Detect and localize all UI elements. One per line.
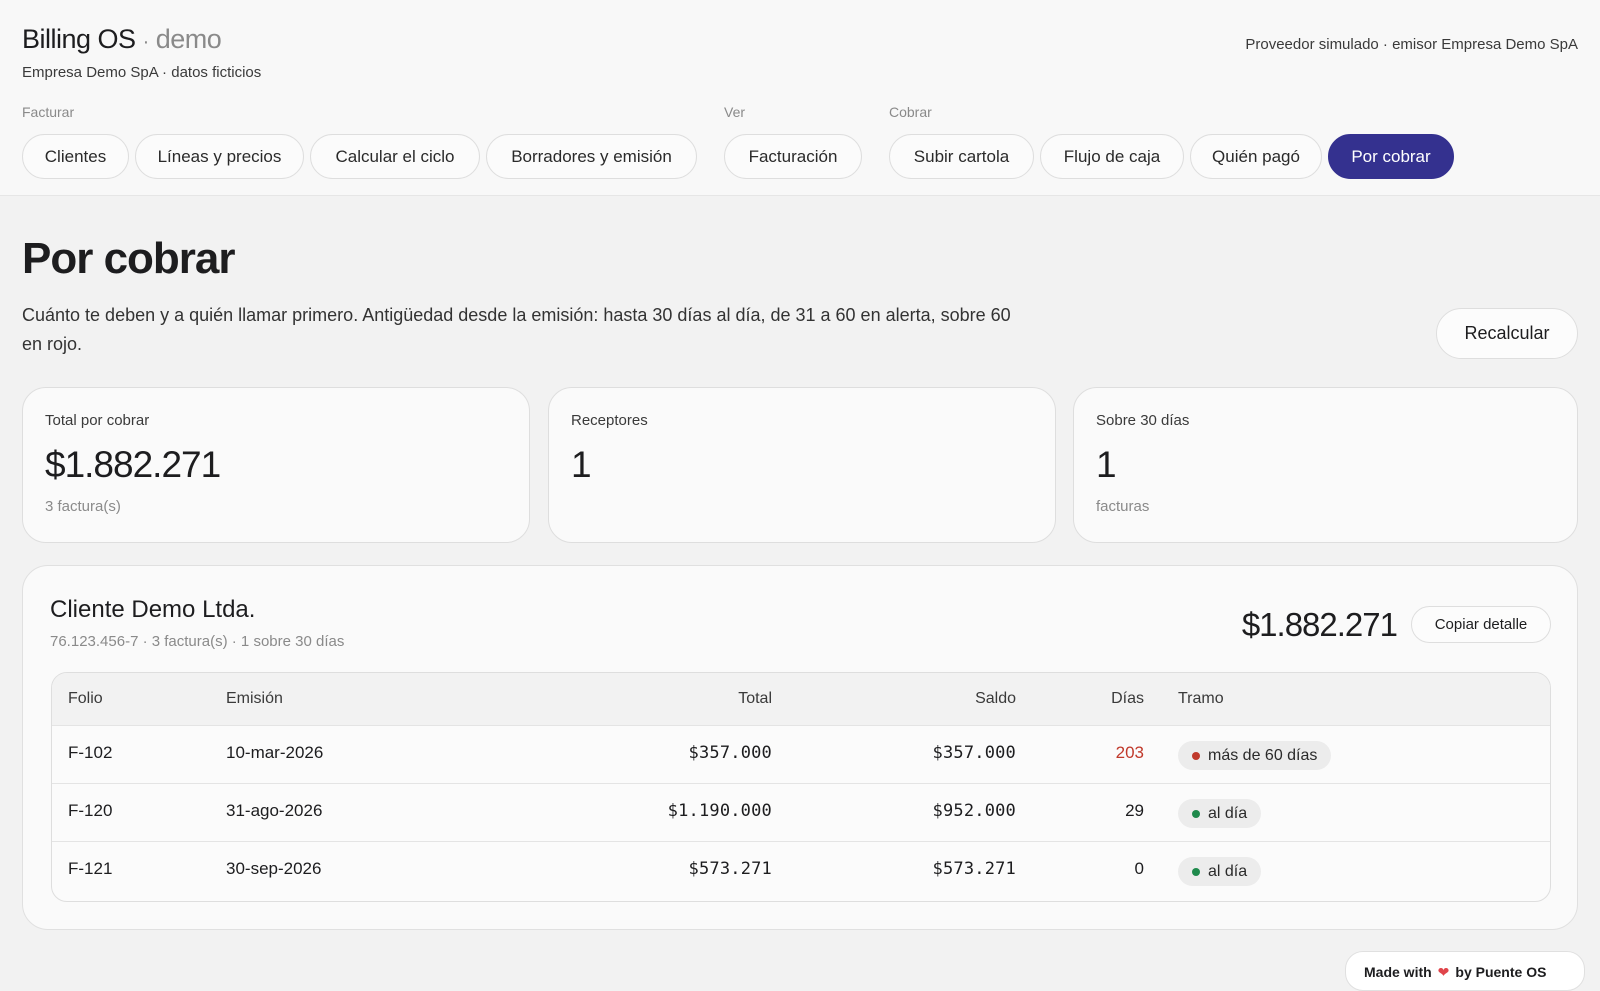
tab-subir-cartola[interactable]: Subir cartola xyxy=(889,134,1034,179)
cell-saldo: $357.000 xyxy=(932,743,1016,763)
stat-value: 1 xyxy=(571,444,592,485)
cell-total: $1.190.000 xyxy=(667,801,772,821)
cell-total: $573.271 xyxy=(688,859,772,879)
nav-tabs: Clientes Líneas y precios Calcular el ci… xyxy=(0,134,1600,179)
green-dot-icon xyxy=(1192,810,1200,818)
column-header-total: Total xyxy=(738,690,772,707)
cell-dias: 203 xyxy=(1115,743,1144,762)
cell-folio: F-102 xyxy=(68,743,113,762)
stat-receptores: Receptores 1 xyxy=(548,387,1056,543)
stat-total-por-cobrar: Total por cobrar $1.882.271 3 factura(s) xyxy=(22,387,530,543)
stat-value: 1 xyxy=(1096,444,1117,485)
brand-name: Billing OS xyxy=(22,24,136,54)
column-header-saldo: Saldo xyxy=(975,690,1016,707)
nav-group-cobrar-label: Cobrar xyxy=(889,104,932,120)
page-title: Por cobrar xyxy=(22,234,236,283)
status-badge: al día xyxy=(1178,799,1262,828)
tab-calcular-ciclo[interactable]: Calcular el ciclo xyxy=(310,134,480,179)
cell-folio: F-120 xyxy=(68,801,113,820)
client-card: Cliente Demo Ltda. 76.123.456-7 · 3 fact… xyxy=(22,565,1578,930)
tab-quien-pago[interactable]: Quién pagó xyxy=(1190,134,1322,179)
cell-emision: 31-ago-2026 xyxy=(226,801,323,820)
brand-suffix: demo xyxy=(155,24,222,54)
column-header-dias: Días xyxy=(1111,690,1144,707)
badge-label: al día xyxy=(1208,862,1248,880)
cell-emision: 30-sep-2026 xyxy=(226,859,322,878)
made-with-label: Made with xyxy=(1364,964,1432,980)
column-header-folio: Folio xyxy=(68,690,103,707)
made-by-label: by Puente OS xyxy=(1455,964,1547,980)
made-with-badge[interactable]: Made with ❤ by Puente OS xyxy=(1345,951,1585,991)
table-header-row: Folio Emisión Total Saldo Días Tramo xyxy=(52,673,1550,726)
tab-flujo-de-caja[interactable]: Flujo de caja xyxy=(1040,134,1184,179)
tab-borradores-emision[interactable]: Borradores y emisión xyxy=(486,134,697,179)
company-subtitle: Empresa Demo SpA · datos ficticios xyxy=(22,64,262,81)
cell-saldo: $573.271 xyxy=(932,859,1016,879)
nav-group-ver-label: Ver xyxy=(724,104,746,120)
cell-saldo: $952.000 xyxy=(932,801,1016,821)
nav-group-facturar-label: Facturar xyxy=(22,104,75,120)
table-row: F-120 31-ago-2026 $1.190.000 $952.000 29… xyxy=(52,784,1550,842)
column-header-emision: Emisión xyxy=(226,690,283,707)
tab-clientes[interactable]: Clientes xyxy=(22,134,129,179)
tab-por-cobrar[interactable]: Por cobrar xyxy=(1328,134,1454,179)
stat-sobre-30-dias: Sobre 30 días 1 facturas xyxy=(1073,387,1578,543)
page-description: Cuánto te deben y a quién llamar primero… xyxy=(22,305,1011,354)
cell-dias: 29 xyxy=(1125,801,1144,820)
status-badge: más de 60 días xyxy=(1178,741,1332,770)
stat-label: Sobre 30 días xyxy=(1096,412,1190,429)
table-row: F-102 10-mar-2026 $357.000 $357.000 203 … xyxy=(52,726,1550,784)
invoice-table: Folio Emisión Total Saldo Días Tramo F-1… xyxy=(51,672,1551,902)
stat-value: $1.882.271 xyxy=(45,444,221,485)
cell-dias: 0 xyxy=(1134,859,1144,878)
tab-facturacion[interactable]: Facturación xyxy=(724,134,862,179)
cell-total: $357.000 xyxy=(688,743,772,763)
client-meta: 76.123.456-7 · 3 factura(s) · 1 sobre 30… xyxy=(50,633,345,650)
cell-emision: 10-mar-2026 xyxy=(226,743,324,762)
stat-label: Receptores xyxy=(571,412,648,429)
badge-label: más de 60 días xyxy=(1208,746,1318,764)
client-name: Cliente Demo Ltda. xyxy=(50,596,256,623)
cell-folio: F-121 xyxy=(68,859,113,878)
column-header-tramo: Tramo xyxy=(1178,690,1224,707)
tab-lineas-y-precios[interactable]: Líneas y precios xyxy=(135,134,304,179)
badge-label: al día xyxy=(1208,804,1248,822)
stat-note: 3 factura(s) xyxy=(45,498,121,515)
app-header: Billing OS · demo Empresa Demo SpA · dat… xyxy=(0,0,1600,196)
table-row: F-121 30-sep-2026 $573.271 $573.271 0 al… xyxy=(52,842,1550,900)
provider-info: Proveedor simulado · emisor Empresa Demo… xyxy=(1245,36,1578,53)
stat-label: Total por cobrar xyxy=(45,412,150,429)
green-dot-icon xyxy=(1192,868,1200,876)
copiar-detalle-button[interactable]: Copiar detalle xyxy=(1411,606,1551,643)
app-brand: Billing OS · demo xyxy=(22,24,222,55)
recalcular-button[interactable]: Recalcular xyxy=(1436,308,1578,359)
client-total: $1.882.271 xyxy=(1241,606,1398,643)
stat-note: facturas xyxy=(1096,498,1150,515)
brand-separator: · xyxy=(142,31,150,53)
status-badge: al día xyxy=(1178,857,1262,886)
red-dot-icon xyxy=(1192,752,1200,760)
